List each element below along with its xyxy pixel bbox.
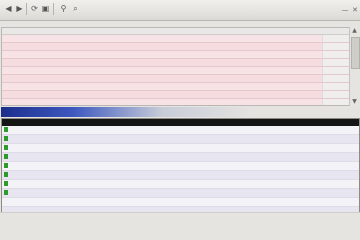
error-list-header <box>2 28 349 35</box>
log-level-icon <box>4 136 8 141</box>
scroll-down-icon[interactable]: ▼ <box>350 98 359 106</box>
error-row[interactable] <box>2 99 349 105</box>
error-row[interactable] <box>2 35 349 43</box>
error-time-cell <box>322 99 349 105</box>
log-row[interactable] <box>2 198 359 207</box>
error-row[interactable] <box>2 67 349 75</box>
scroll-thumb[interactable] <box>351 37 360 69</box>
toolbar-separator <box>53 3 54 15</box>
log-row[interactable] <box>2 144 359 153</box>
error-time-cell <box>322 59 349 66</box>
log-list-header <box>2 119 359 126</box>
scroll-up-icon[interactable]: ▲ <box>350 27 359 35</box>
main-toolbar: ◀ ▶ ⟳ ▣ ⚲ ⌕ — ✕ <box>0 0 360 21</box>
filter-icon[interactable]: ⌕ <box>70 3 81 14</box>
status-bar <box>0 212 360 240</box>
forward-icon[interactable]: ▶ <box>14 3 25 14</box>
error-time-cell <box>322 51 349 58</box>
log-row[interactable] <box>2 171 359 180</box>
error-time-cell <box>322 75 349 82</box>
log-level-icon <box>4 181 8 186</box>
log-row[interactable] <box>2 126 359 135</box>
error-time-cell <box>322 91 349 98</box>
log-level-icon <box>4 154 8 159</box>
refresh-icon[interactable]: ⟳ <box>29 3 40 14</box>
log-level-icon <box>4 190 8 195</box>
log-row[interactable] <box>2 162 359 171</box>
error-row[interactable] <box>2 83 349 91</box>
minimize-icon[interactable]: — <box>341 5 349 14</box>
error-row[interactable] <box>2 59 349 67</box>
log-row[interactable] <box>2 180 359 189</box>
log-level-icon <box>4 163 8 168</box>
log-row[interactable] <box>2 189 359 198</box>
error-row[interactable] <box>2 91 349 99</box>
log-row[interactable] <box>2 135 359 144</box>
toolbar-separator <box>26 3 27 15</box>
log-panel-splitter[interactable] <box>1 107 359 117</box>
close-icon[interactable]: ✕ <box>351 5 359 14</box>
error-row[interactable] <box>2 75 349 83</box>
error-time-cell <box>322 43 349 50</box>
save-icon[interactable]: ▣ <box>40 3 51 14</box>
error-row[interactable] <box>2 51 349 59</box>
error-time-cell <box>322 83 349 90</box>
error-list-scrollbar[interactable]: ▲ ▼ <box>349 27 360 106</box>
log-level-icon <box>4 127 8 132</box>
back-icon[interactable]: ◀ <box>3 3 14 14</box>
error-row[interactable] <box>2 43 349 51</box>
error-list <box>1 27 350 106</box>
error-time-cell <box>322 35 349 42</box>
find-icon[interactable]: ⚲ <box>58 3 69 14</box>
log-list <box>1 118 360 213</box>
log-level-icon <box>4 172 8 177</box>
log-row[interactable] <box>2 153 359 162</box>
log-level-icon <box>4 145 8 150</box>
error-time-cell <box>322 67 349 74</box>
